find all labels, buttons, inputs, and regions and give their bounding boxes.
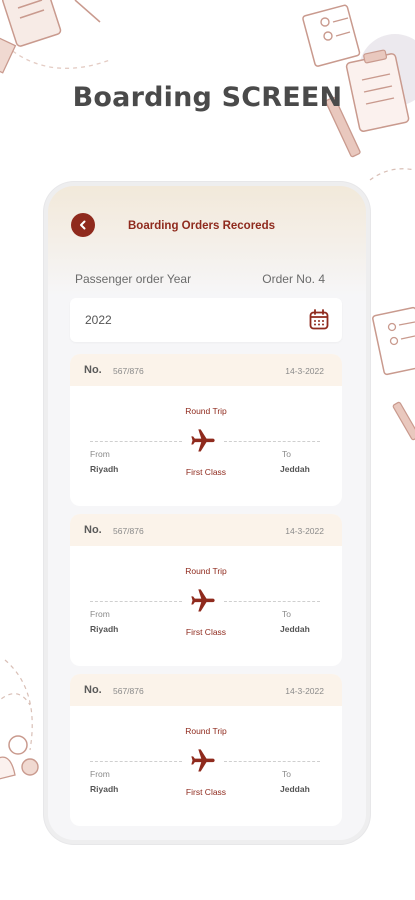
order-card-header: No. 567/876 14-3-2022	[70, 354, 342, 386]
order-number-label: No.	[84, 684, 102, 696]
trip-type: Round Trip	[185, 726, 227, 736]
to-label: To	[282, 609, 291, 619]
airplane-icon	[191, 429, 215, 452]
route-dashed-line-right	[224, 761, 320, 762]
order-date: 14-3-2022	[285, 686, 324, 696]
order-number-label: No.	[84, 364, 102, 376]
to-city: Jeddah	[280, 464, 310, 474]
order-date: 14-3-2022	[285, 366, 324, 376]
order-card[interactable]: No. 567/876 14-3-2022 Round Trip From To…	[70, 354, 342, 506]
passenger-order-year-label: Passenger order Year	[75, 272, 192, 286]
screen-title: Boarding Orders Recoreds	[128, 220, 275, 232]
year-select-field[interactable]: 2022	[70, 298, 342, 342]
route-dashed-line-left	[90, 601, 182, 602]
order-number: 567/876	[113, 526, 144, 536]
from-label: From	[90, 449, 110, 459]
page-heading: Boarding SCREEN	[72, 82, 343, 113]
to-label: To	[282, 449, 291, 459]
order-date: 14-3-2022	[285, 526, 324, 536]
year-value: 2022	[85, 313, 112, 327]
order-card[interactable]: No. 567/876 14-3-2022 Round Trip From To…	[70, 674, 342, 826]
app-screen: Boarding Orders Recoreds Passenger order…	[48, 186, 366, 840]
trip-type: Round Trip	[185, 566, 227, 576]
trip-type: Round Trip	[185, 406, 227, 416]
decorative-checklist-illustration-top-left	[0, 0, 111, 74]
order-number: 567/876	[113, 366, 144, 376]
route-dashed-line-left	[90, 441, 182, 442]
phone-frame: Boarding Orders Recoreds Passenger order…	[44, 182, 370, 844]
from-label: From	[90, 609, 110, 619]
calendar-icon[interactable]	[309, 309, 329, 330]
order-card-header: No. 567/876 14-3-2022	[70, 514, 342, 546]
route-dashed-line-right	[224, 601, 320, 602]
order-number-label: No.	[84, 524, 102, 536]
order-number: 567/876	[113, 686, 144, 696]
back-button[interactable]	[71, 213, 95, 237]
route-dashed-line-right	[224, 441, 320, 442]
chevron-left-icon	[80, 220, 86, 230]
to-city: Jeddah	[280, 784, 310, 794]
order-card[interactable]: No. 567/876 14-3-2022 Round Trip From To…	[70, 514, 342, 666]
to-label: To	[282, 769, 291, 779]
route-dashed-line-left	[90, 761, 182, 762]
to-city: Jeddah	[280, 624, 310, 634]
decorative-list-illustration-mid-right	[372, 306, 415, 441]
airplane-icon	[191, 589, 215, 612]
airplane-icon	[191, 749, 215, 772]
decorative-person-illustration-bottom-left	[0, 659, 39, 780]
order-card-header: No. 567/876 14-3-2022	[70, 674, 342, 706]
from-label: From	[90, 769, 110, 779]
order-count-label: Order No. 4	[262, 272, 325, 286]
